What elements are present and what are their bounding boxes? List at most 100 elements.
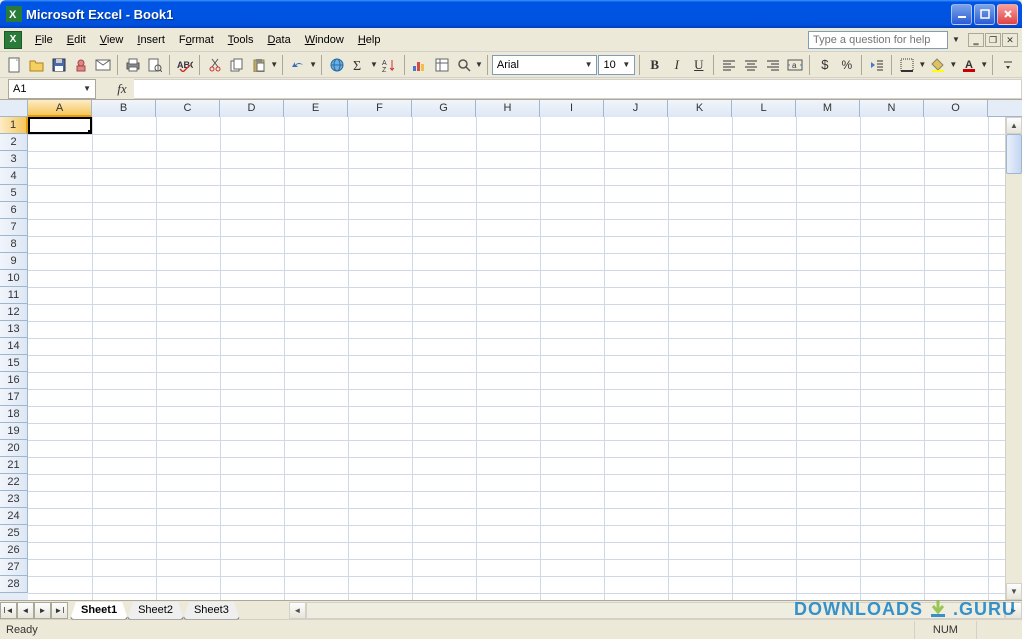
decrease-indent-icon[interactable]: [866, 54, 887, 76]
font-name-select[interactable]: Arial▼: [492, 55, 598, 75]
row-header-10[interactable]: 10: [0, 270, 28, 287]
scroll-up-icon[interactable]: ▲: [1006, 117, 1022, 134]
menu-file[interactable]: File: [28, 31, 60, 49]
copy-icon[interactable]: [226, 54, 247, 76]
column-header-J[interactable]: J: [604, 100, 668, 117]
open-file-icon[interactable]: [26, 54, 47, 76]
print-preview-icon[interactable]: [144, 54, 165, 76]
align-center-icon[interactable]: [740, 54, 761, 76]
font-color-dropdown-icon[interactable]: ▼: [980, 60, 988, 69]
mdi-restore-button[interactable]: ❐: [985, 33, 1001, 47]
row-header-17[interactable]: 17: [0, 389, 28, 406]
column-header-O[interactable]: O: [924, 100, 988, 117]
window-maximize-button[interactable]: [974, 4, 995, 25]
chart-wizard-icon[interactable]: [409, 54, 430, 76]
pivottable-icon[interactable]: [431, 54, 452, 76]
italic-button[interactable]: I: [666, 54, 687, 76]
row-header-3[interactable]: 3: [0, 151, 28, 168]
percent-icon[interactable]: %: [836, 54, 857, 76]
fx-icon[interactable]: fx: [110, 81, 134, 97]
row-header-12[interactable]: 12: [0, 304, 28, 321]
paste-dropdown-icon[interactable]: ▼: [270, 60, 278, 69]
column-header-K[interactable]: K: [668, 100, 732, 117]
fill-color-dropdown-icon[interactable]: ▼: [949, 60, 957, 69]
column-header-D[interactable]: D: [220, 100, 284, 117]
underline-button[interactable]: U: [688, 54, 709, 76]
mdi-minimize-button[interactable]: ‗: [968, 33, 984, 47]
row-header-25[interactable]: 25: [0, 525, 28, 542]
row-header-19[interactable]: 19: [0, 423, 28, 440]
autosum-icon[interactable]: Σ: [348, 54, 369, 76]
borders-dropdown-icon[interactable]: ▼: [918, 60, 926, 69]
undo-icon[interactable]: [287, 54, 308, 76]
window-minimize-button[interactable]: [951, 4, 972, 25]
column-header-L[interactable]: L: [732, 100, 796, 117]
align-left-icon[interactable]: [718, 54, 739, 76]
column-header-C[interactable]: C: [156, 100, 220, 117]
row-header-28[interactable]: 28: [0, 576, 28, 593]
menu-window[interactable]: Window: [298, 31, 351, 49]
tab-nav-last-icon[interactable]: ►I: [51, 602, 68, 619]
column-header-B[interactable]: B: [92, 100, 156, 117]
row-header-7[interactable]: 7: [0, 219, 28, 236]
menu-tools[interactable]: Tools: [221, 31, 261, 49]
font-size-select[interactable]: 10▼: [598, 55, 635, 75]
font-color-icon[interactable]: A: [958, 54, 979, 76]
row-header-4[interactable]: 4: [0, 168, 28, 185]
name-box[interactable]: A1 ▼: [8, 79, 96, 99]
sheet-tab-sheet1[interactable]: Sheet1: [70, 602, 128, 620]
merge-center-icon[interactable]: a: [784, 54, 805, 76]
row-header-6[interactable]: 6: [0, 202, 28, 219]
column-header-M[interactable]: M: [796, 100, 860, 117]
row-header-24[interactable]: 24: [0, 508, 28, 525]
align-right-icon[interactable]: [762, 54, 783, 76]
sheet-tab-sheet3[interactable]: Sheet3: [183, 602, 240, 620]
scroll-left-icon[interactable]: ◄: [289, 602, 306, 619]
ask-question-input[interactable]: [808, 31, 948, 49]
row-header-13[interactable]: 13: [0, 321, 28, 338]
save-icon[interactable]: [48, 54, 69, 76]
sheet-tab-sheet2[interactable]: Sheet2: [127, 602, 184, 620]
cells-area[interactable]: [28, 117, 1022, 600]
cut-icon[interactable]: [204, 54, 225, 76]
menu-edit[interactable]: Edit: [60, 31, 93, 49]
row-header-26[interactable]: 26: [0, 542, 28, 559]
permission-icon[interactable]: [70, 54, 91, 76]
menu-data[interactable]: Data: [260, 31, 297, 49]
tab-nav-next-icon[interactable]: ►: [34, 602, 51, 619]
column-header-G[interactable]: G: [412, 100, 476, 117]
column-header-I[interactable]: I: [540, 100, 604, 117]
paste-icon[interactable]: [248, 54, 269, 76]
row-header-23[interactable]: 23: [0, 491, 28, 508]
row-header-20[interactable]: 20: [0, 440, 28, 457]
column-header-E[interactable]: E: [284, 100, 348, 117]
toolbar-options-icon[interactable]: [997, 54, 1018, 76]
window-close-button[interactable]: [997, 4, 1018, 25]
row-header-5[interactable]: 5: [0, 185, 28, 202]
borders-icon[interactable]: [896, 54, 917, 76]
row-header-27[interactable]: 27: [0, 559, 28, 576]
undo-dropdown-icon[interactable]: ▼: [309, 60, 317, 69]
ask-dropdown-icon[interactable]: ▼: [952, 35, 960, 44]
spellcheck-icon[interactable]: ABC: [174, 54, 195, 76]
scroll-thumb[interactable]: [1006, 134, 1022, 174]
tab-nav-first-icon[interactable]: I◄: [0, 602, 17, 619]
row-header-16[interactable]: 16: [0, 372, 28, 389]
column-header-H[interactable]: H: [476, 100, 540, 117]
zoom-icon[interactable]: [453, 54, 474, 76]
row-header-11[interactable]: 11: [0, 287, 28, 304]
bold-button[interactable]: B: [644, 54, 665, 76]
mdi-close-button[interactable]: ✕: [1002, 33, 1018, 47]
row-header-1[interactable]: 1: [0, 117, 28, 134]
column-header-A[interactable]: A: [28, 100, 92, 117]
hyperlink-icon[interactable]: [326, 54, 347, 76]
column-header-F[interactable]: F: [348, 100, 412, 117]
formula-input[interactable]: [134, 79, 1022, 99]
row-header-8[interactable]: 8: [0, 236, 28, 253]
menu-help[interactable]: Help: [351, 31, 388, 49]
row-header-15[interactable]: 15: [0, 355, 28, 372]
zoom-dropdown-icon[interactable]: ▼: [475, 60, 483, 69]
tab-nav-prev-icon[interactable]: ◄: [17, 602, 34, 619]
column-header-N[interactable]: N: [860, 100, 924, 117]
row-header-9[interactable]: 9: [0, 253, 28, 270]
